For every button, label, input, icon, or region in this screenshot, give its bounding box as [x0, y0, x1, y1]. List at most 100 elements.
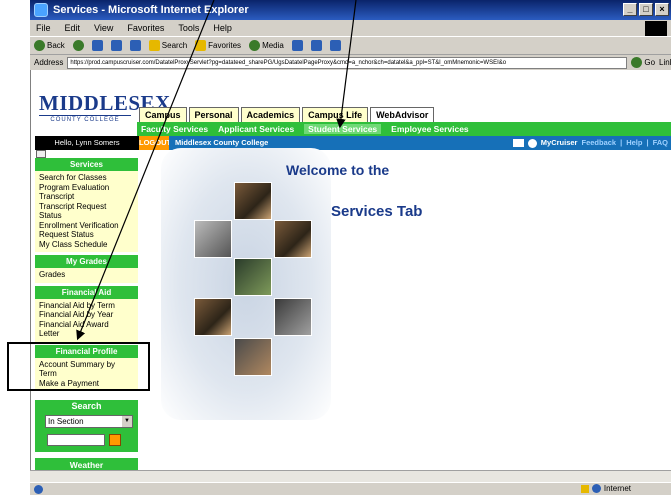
hero-photo [274, 220, 312, 258]
search-input[interactable] [47, 434, 105, 446]
mail-icon [310, 40, 322, 51]
menu-favorites[interactable]: Favorites [127, 23, 164, 33]
subnav-student-services[interactable]: Student Services [304, 124, 382, 134]
hero-photo [234, 338, 272, 376]
chevron-down-icon: ▼ [122, 416, 132, 427]
browser-viewport: MIDDLESEX COUNTY COLLEGE Campus Personal… [30, 70, 671, 483]
link-transcript-request-status[interactable]: Status [39, 211, 134, 221]
history-button[interactable] [291, 40, 303, 51]
services-subnav: Faculty Services Applicant Services Stud… [137, 122, 671, 136]
link-search-for-classes[interactable]: Search for Classes [39, 173, 134, 183]
search-scope-select[interactable]: In Section ▼ [45, 415, 133, 428]
sidebar-financial-aid-panel: Financial Aid by Term Financial Aid by Y… [35, 298, 138, 342]
go-arrow-icon [631, 57, 643, 68]
faq-link[interactable]: FAQ [653, 136, 668, 150]
link-financial-aid-award[interactable]: Financial Aid Award [39, 320, 134, 330]
separator-pipe: | [620, 138, 623, 147]
tab-campus[interactable]: Campus [139, 107, 187, 122]
hero-photo [194, 298, 232, 336]
refresh-button[interactable] [110, 40, 122, 51]
highlight-box-financial-profile [7, 342, 150, 391]
subnav-applicant-services[interactable]: Applicant Services [218, 124, 294, 134]
menu-file[interactable]: File [36, 23, 51, 33]
mail-button[interactable] [310, 40, 322, 51]
window-title: Services - Microsoft Internet Explorer [53, 4, 249, 16]
print-button[interactable] [329, 40, 341, 51]
link-enrollment-verification[interactable]: Enrollment Verification [39, 221, 134, 231]
link-financial-aid-award-letter[interactable]: Letter [39, 329, 134, 339]
logo-subtitle: COUNTY COLLEGE [39, 115, 131, 123]
sidebar-search-box: Search In Section ▼ [35, 400, 138, 452]
tab-campus-life[interactable]: Campus Life [302, 107, 369, 122]
back-button[interactable]: Back [34, 40, 65, 51]
link-grades[interactable]: Grades [39, 270, 134, 280]
subnav-faculty-services[interactable]: Faculty Services [141, 124, 208, 134]
menu-view[interactable]: View [94, 23, 113, 33]
college-logo[interactable]: MIDDLESEX COUNTY COLLEGE [39, 92, 170, 130]
link-program-evaluation[interactable]: Program Evaluation [39, 183, 134, 193]
horizontal-scrollbar[interactable] [30, 470, 671, 482]
help-link[interactable]: Help [626, 136, 642, 150]
windows-logo-icon [645, 21, 667, 36]
address-input[interactable]: https://prod.campuscruiser.com/DatatelPr… [67, 56, 628, 69]
search-go-button[interactable] [109, 434, 121, 446]
mycruiser-icon[interactable] [527, 138, 537, 148]
services-tab-heading: Services Tab [331, 203, 423, 220]
refresh-icon [110, 40, 122, 51]
media-button[interactable]: Media [249, 40, 284, 51]
back-label: Back [47, 41, 65, 50]
go-button[interactable]: Go [631, 57, 655, 68]
favorites-label: Favorites [208, 41, 242, 50]
favorites-button[interactable]: Favorites [195, 40, 241, 51]
sidebar-services-panel: Search for Classes Program Evaluation Tr… [35, 171, 138, 252]
toolbar: Back Search Favorites Media [30, 37, 671, 55]
search-button[interactable]: Search [148, 40, 188, 51]
page-status-icon [34, 484, 43, 494]
security-zone: Internet [580, 484, 631, 493]
menu-help[interactable]: Help [213, 23, 232, 33]
tab-webadvisor[interactable]: WebAdvisor [370, 107, 435, 122]
link-my-class-schedule[interactable]: My Class Schedule [39, 240, 134, 250]
address-bar: Address https://prod.campuscruiser.com/D… [30, 55, 671, 70]
feedback-link[interactable]: Feedback [581, 136, 616, 150]
forward-button[interactable] [72, 40, 84, 51]
menu-edit[interactable]: Edit [65, 23, 81, 33]
sidebar-grades-header: My Grades [35, 255, 138, 268]
window-titlebar: Services - Microsoft Internet Explorer _… [30, 0, 671, 20]
home-icon [129, 40, 141, 51]
ie-icon [34, 3, 48, 17]
welcome-heading: Welcome to the [286, 162, 390, 178]
college-name: Middlesex County College [175, 138, 269, 147]
user-bar-links: MyCruiser Feedback | Help | FAQ [512, 136, 668, 150]
stop-button[interactable] [91, 40, 103, 51]
home-button[interactable] [129, 40, 141, 51]
close-button[interactable]: × [655, 3, 669, 16]
stop-icon [91, 40, 103, 51]
search-label: Search [161, 41, 188, 50]
tab-personal[interactable]: Personal [188, 107, 239, 122]
logout-button[interactable]: LOGOUT [139, 136, 171, 150]
link-request-status[interactable]: Request Status [39, 230, 134, 240]
collapse-toggle-icon[interactable] [36, 150, 46, 158]
link-transcript-request[interactable]: Transcript Request [39, 202, 134, 212]
tab-academics[interactable]: Academics [240, 107, 301, 122]
menu-tools[interactable]: Tools [178, 23, 199, 33]
links-button[interactable]: Links [659, 58, 671, 67]
go-label: Go [644, 58, 656, 67]
zone-label: Internet [603, 484, 631, 493]
link-transcript[interactable]: Transcript [39, 192, 134, 202]
mycruiser-link[interactable]: MyCruiser [541, 136, 578, 150]
back-arrow-icon [34, 40, 45, 51]
hero-photo [234, 258, 272, 296]
minimize-button[interactable]: _ [623, 3, 637, 16]
hero-photo [274, 298, 312, 336]
link-financial-aid-by-term[interactable]: Financial Aid by Term [39, 301, 134, 311]
main-tabs: Campus Personal Academics Campus Life We… [139, 107, 435, 122]
maximize-button[interactable]: □ [639, 3, 653, 16]
mail-icon[interactable] [512, 139, 524, 147]
print-icon [329, 40, 341, 51]
window-controls: _ □ × [623, 3, 669, 16]
link-financial-aid-by-year[interactable]: Financial Aid by Year [39, 310, 134, 320]
hero-photo [234, 182, 272, 220]
subnav-employee-services[interactable]: Employee Services [391, 124, 469, 134]
